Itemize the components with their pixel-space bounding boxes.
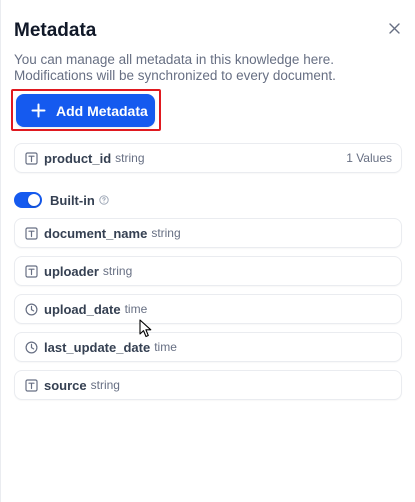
- metadata-value-count: 1 Values: [346, 151, 392, 165]
- metadata-type: string: [151, 226, 181, 240]
- metadata-name: last_update_date: [44, 339, 151, 355]
- plus-icon: [30, 102, 47, 119]
- close-button[interactable]: [385, 19, 403, 37]
- metadata-row-product-id[interactable]: product_id string 1 Values: [14, 143, 402, 173]
- metadata-panel: Metadata You can manage all metadata in …: [0, 0, 415, 502]
- add-metadata-label: Add Metadata: [56, 102, 148, 119]
- text-type-icon: [24, 264, 38, 278]
- text-type-icon: [24, 151, 38, 165]
- mouse-cursor-icon: [139, 319, 152, 338]
- close-icon: [388, 22, 400, 34]
- metadata-type: time: [154, 340, 177, 354]
- metadata-name: upload_date: [44, 301, 121, 317]
- toggle-knob: [28, 194, 40, 206]
- metadata-row-upload-date[interactable]: upload_date time: [14, 294, 402, 324]
- metadata-type: time: [124, 302, 148, 316]
- builtin-section-header: Built-in: [14, 191, 110, 209]
- panel-description: You can manage all metadata in this know…: [14, 52, 336, 83]
- metadata-name: product_id: [44, 150, 112, 166]
- text-type-icon: [24, 226, 38, 240]
- metadata-name: uploader: [44, 263, 99, 279]
- metadata-type: string: [90, 378, 120, 392]
- metadata-row-document-name[interactable]: document_name string: [14, 218, 402, 248]
- metadata-row-uploader[interactable]: uploader string: [14, 256, 402, 286]
- metadata-row-last-update-date[interactable]: last_update_date time: [14, 332, 402, 362]
- info-icon[interactable]: [99, 195, 110, 206]
- builtin-toggle[interactable]: [14, 192, 42, 208]
- builtin-label: Built-in: [50, 192, 95, 208]
- metadata-type: string: [115, 151, 145, 165]
- clock-icon: [24, 340, 38, 354]
- metadata-type: string: [102, 264, 133, 278]
- clock-icon: [24, 302, 38, 316]
- metadata-name: source: [44, 377, 87, 393]
- panel-title: Metadata: [14, 20, 97, 41]
- metadata-name: document_name: [44, 225, 148, 241]
- text-type-icon: [24, 378, 38, 392]
- add-metadata-button[interactable]: Add Metadata: [16, 94, 155, 127]
- metadata-row-source[interactable]: source string: [14, 370, 402, 400]
